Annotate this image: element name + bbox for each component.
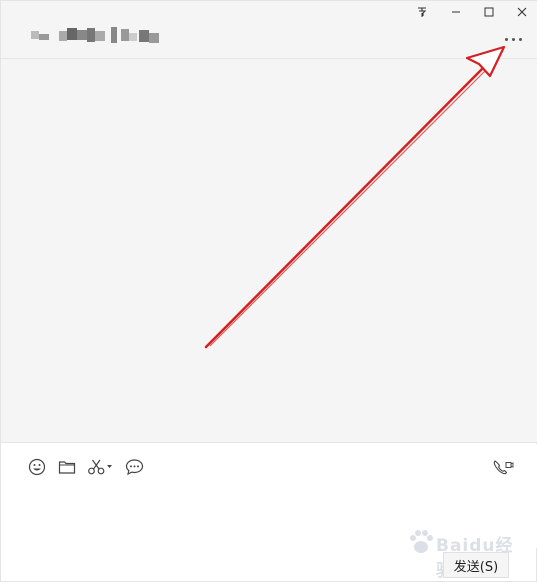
scissors-icon	[87, 458, 113, 476]
chat-bubble-icon	[125, 458, 144, 476]
pin-button[interactable]	[405, 1, 439, 23]
minimize-button[interactable]	[439, 1, 473, 23]
close-icon	[517, 7, 527, 17]
emoji-button[interactable]	[26, 456, 48, 478]
more-options-button[interactable]	[500, 31, 526, 47]
send-button[interactable]: 发送(S)	[443, 552, 509, 578]
minimize-icon	[451, 7, 461, 17]
more-dots-icon	[504, 37, 508, 41]
video-call-button[interactable]	[491, 456, 515, 478]
chat-header	[1, 1, 537, 59]
maximize-button[interactable]	[472, 1, 506, 23]
file-button[interactable]	[56, 456, 78, 478]
message-input[interactable]	[1, 488, 537, 548]
screenshot-button[interactable]	[86, 456, 114, 478]
message-area[interactable]	[1, 59, 537, 443]
maximize-icon	[484, 7, 494, 17]
input-toolbar	[1, 444, 537, 488]
chat-title-pixelated	[31, 25, 163, 47]
close-button[interactable]	[505, 1, 537, 23]
pin-icon	[416, 6, 428, 18]
emoji-icon	[28, 458, 46, 476]
video-call-icon	[492, 458, 514, 476]
folder-icon	[58, 459, 76, 475]
chat-window: Baidu经验 发送(S)	[0, 0, 537, 582]
chat-history-button[interactable]	[123, 456, 145, 478]
